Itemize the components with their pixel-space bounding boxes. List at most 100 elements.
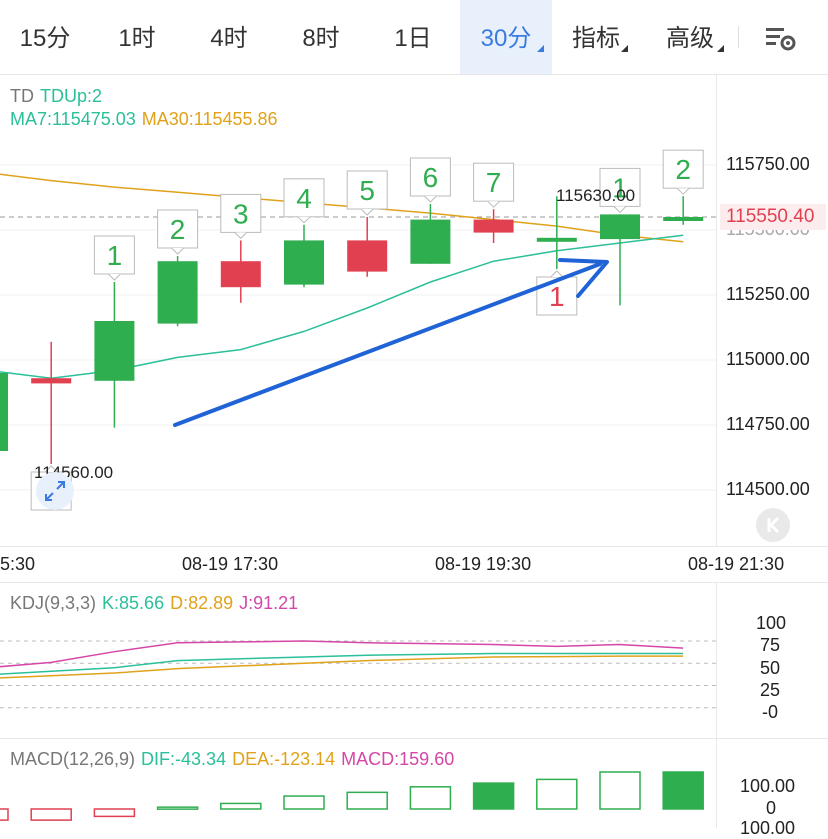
double-chevron-left-icon (767, 516, 780, 534)
td-label-text: 3 (233, 198, 249, 229)
macd-bar (409, 786, 452, 810)
candle-body (94, 321, 135, 381)
td-label-pointer (676, 187, 690, 195)
dropdown-triangle-icon (621, 45, 628, 52)
chart-settings-icon (766, 28, 796, 51)
tab-indicators[interactable]: 指标 (556, 0, 636, 74)
macd-chart (0, 771, 704, 821)
expand-arrows-icon (45, 481, 65, 501)
td-count-label: 1 (536, 270, 578, 316)
y-tick: 114750.00 (726, 414, 810, 434)
macd-tick: 100.00 (740, 818, 796, 838)
timeframe-tab-bar: 15分 1时 4时 8时 1日 30分 指标 高级 (0, 0, 828, 75)
high-price-label: 115630.00 (556, 186, 636, 205)
td-label-text: 6 (423, 162, 439, 193)
td-label-pointer (108, 273, 121, 281)
candle-body (410, 219, 451, 264)
y-tick: 115000.00 (726, 349, 810, 369)
y-tick: 114500.00 (726, 479, 810, 499)
annotation-arrow-line (173, 262, 602, 427)
candle-body (157, 261, 198, 324)
macd-bar (599, 771, 641, 810)
candle-body (536, 237, 577, 242)
candle-body (220, 261, 261, 288)
macd-tick: 100.00 (740, 776, 796, 796)
td-label-pointer (360, 208, 374, 216)
macd-bar (30, 808, 72, 821)
dropdown-triangle-icon (537, 45, 544, 52)
kdj-j-line (0, 640, 684, 668)
time-label: 08-19 21:30 (688, 554, 785, 574)
kdj-tick: 50 (760, 658, 781, 678)
macd-bar (283, 795, 325, 810)
candle-body (284, 240, 324, 285)
candle-body (0, 373, 8, 451)
tab-4h[interactable]: 4时 (184, 0, 274, 74)
tab-separator (738, 26, 739, 48)
y-tick: 115750.00 (726, 154, 810, 174)
td-count-label: 7 (473, 162, 515, 208)
td-label-text: 4 (296, 183, 312, 214)
macd-bar (472, 782, 515, 810)
kdj-chart (0, 640, 716, 709)
td-label-pointer (234, 232, 248, 240)
axis-divider (716, 74, 717, 546)
td-count-label: 3 (220, 193, 262, 240)
macd-bar (0, 808, 9, 821)
tab-advanced[interactable]: 高级 (648, 0, 732, 74)
td-count-label: 2 (157, 209, 199, 255)
td-label-text: 2 (675, 154, 691, 185)
td-label-pointer (297, 216, 311, 224)
fullscreen-button[interactable] (36, 472, 74, 510)
td-label-text: 2 (170, 214, 186, 245)
macd-bar (156, 806, 199, 810)
candle-body (663, 217, 704, 221)
ma30-line (0, 173, 684, 243)
current-price-label: 115550.40 (726, 206, 815, 227)
dropdown-triangle-icon (717, 45, 724, 52)
tab-30m[interactable]: 30分 (460, 0, 552, 74)
macd-bar (220, 802, 262, 810)
time-label: 08-19 19:30 (435, 554, 532, 574)
tab-1h[interactable]: 1时 (92, 0, 182, 74)
axis-divider (716, 739, 717, 828)
macd-bar (346, 791, 388, 810)
kdj-d-line (0, 655, 684, 679)
macd-tick: 0 (766, 798, 777, 818)
tab-1d[interactable]: 1日 (368, 0, 458, 74)
scroll-to-latest-button[interactable] (756, 508, 790, 542)
kdj-tick: -0 (762, 702, 779, 722)
td-label-pointer (171, 247, 184, 255)
td-label-pointer (613, 206, 627, 214)
td-label-pointer (424, 195, 437, 203)
axis-divider (716, 583, 717, 738)
y-tick: 115250.00 (726, 284, 810, 304)
td-label-pointer (550, 270, 564, 278)
td-label-text: 7 (486, 167, 502, 198)
tab-indicators-label: 指标 (572, 25, 620, 52)
candle-body (347, 240, 388, 272)
macd-bar (93, 808, 136, 818)
td-label-text: 5 (359, 175, 375, 206)
time-axis-divider (0, 546, 828, 547)
td-label-text: 1 (107, 240, 123, 271)
td-label-text: 1 (549, 281, 565, 312)
macd-bar (662, 771, 704, 810)
td-count-label: 4 (283, 178, 325, 224)
td-count-label: 6 (409, 157, 451, 203)
time-label: 5:30 (0, 554, 36, 574)
macd-bar (536, 778, 578, 810)
tab-15m[interactable]: 15分 (0, 0, 90, 74)
candle-body (473, 219, 514, 233)
tab-8h[interactable]: 8时 (276, 0, 366, 74)
td-count-label: 1 (93, 235, 135, 281)
tab-advanced-label: 高级 (666, 25, 714, 52)
tab-30m-label: 30分 (480, 25, 532, 52)
kdj-tick: 25 (760, 680, 781, 700)
time-label: 08-19 17:30 (182, 554, 279, 574)
chart-settings-button[interactable] (760, 22, 800, 54)
td-label-pointer (487, 200, 500, 208)
candle-body (600, 214, 640, 240)
candle-body (31, 378, 72, 384)
td-count-label: 5 (346, 170, 388, 216)
